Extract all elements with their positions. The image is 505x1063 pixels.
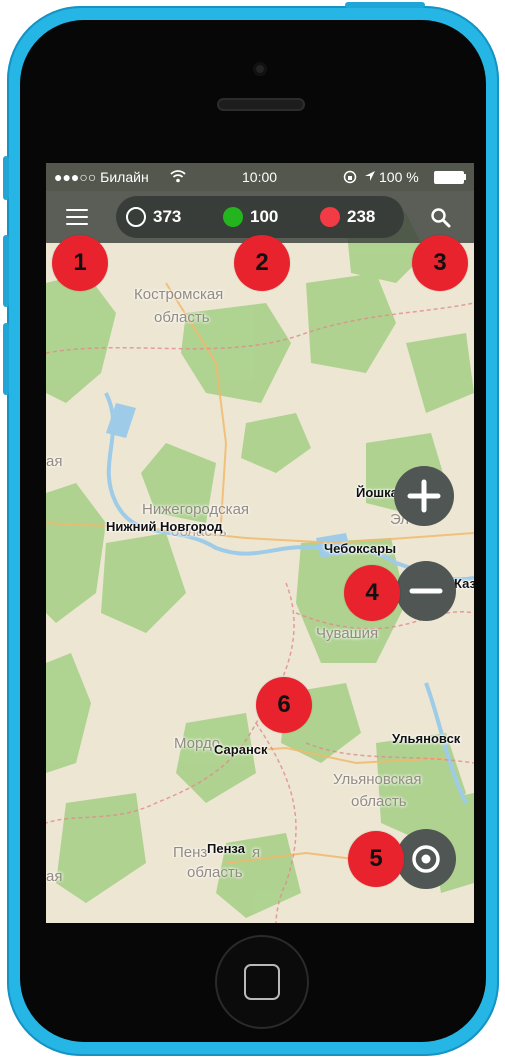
map-label-ulyanovsk-region: Ульяновская: [333, 771, 422, 788]
map-label-ulyanovsk[interactable]: Ульяновск: [392, 731, 460, 746]
map-label-saransk[interactable]: Саранск: [214, 742, 268, 757]
phone-side-button: [3, 323, 9, 395]
menu-button[interactable]: [66, 209, 88, 225]
map-label-penza-region: Пенз: [173, 844, 208, 861]
map-label-penza-region: я: [252, 844, 261, 861]
phone-side-button: [3, 235, 9, 307]
map-label-nizhny-region: Нижегородская: [142, 501, 250, 518]
annotation-marker-3: 3: [412, 235, 468, 291]
map-label-penza-region: область: [187, 864, 243, 881]
annotation-marker-1: 1: [52, 235, 108, 291]
battery-percentage: 100 %: [379, 169, 419, 185]
green-dot-icon: [223, 207, 243, 227]
map-label-chuvashia: Чувашия: [316, 625, 379, 642]
zoom-out-button[interactable]: [396, 561, 456, 621]
map-label-edge: ая: [46, 453, 63, 470]
hamburger-icon: [66, 209, 88, 211]
phone-top-button: [345, 2, 425, 8]
map-label-kostroma-region: Костромская: [134, 286, 224, 303]
annotation-marker-6: 6: [256, 677, 312, 733]
annotation-marker-5: 5: [348, 831, 404, 887]
map-label-kostroma-region: область: [154, 309, 210, 326]
battery-icon: [434, 171, 464, 184]
rotation-lock-icon: [343, 170, 357, 184]
wifi-icon: [170, 170, 186, 183]
map-label-penza[interactable]: Пенза: [207, 841, 245, 856]
counter-total-value: 373: [153, 207, 182, 226]
hamburger-icon: [66, 216, 88, 218]
status-bar: ●●●○○ Билайн 10:00 100 %: [46, 163, 474, 191]
zoom-in-button[interactable]: [394, 466, 454, 526]
map-label-cheboksary[interactable]: Чебоксары: [324, 541, 396, 556]
phone-side-button: [3, 156, 9, 200]
earpiece-speaker: [217, 98, 305, 111]
locate-me-button[interactable]: [396, 829, 456, 889]
target-icon: [412, 845, 440, 873]
phone-screen: Костромская область Нижегородская област…: [46, 163, 474, 923]
hamburger-icon: [66, 223, 88, 225]
home-button-icon: [244, 964, 280, 1000]
counter-red-value: 238: [347, 207, 376, 226]
carrier-label: ●●●○○ Билайн: [54, 169, 149, 185]
annotation-marker-2: 2: [234, 235, 290, 291]
front-camera: [253, 62, 267, 76]
map-label-ulyanovsk-region: область: [351, 793, 407, 810]
search-icon[interactable]: [430, 207, 452, 229]
battery-tip: [464, 174, 466, 180]
map-label-nizhny-novgorod[interactable]: Нижний Новгород: [106, 519, 223, 534]
map-label-edge: ая: [46, 868, 63, 885]
annotation-marker-4: 4: [344, 565, 400, 621]
location-arrow-icon: [365, 171, 375, 181]
clock: 10:00: [242, 169, 278, 185]
plus-icon: [407, 479, 441, 513]
outline-circle-icon: [126, 207, 146, 227]
counter-green-value: 100: [250, 207, 279, 226]
home-button[interactable]: [217, 937, 307, 1027]
red-dot-icon: [320, 207, 340, 227]
map-label-kazan[interactable]: Каз: [454, 576, 474, 591]
counters-panel[interactable]: 373 100 238: [116, 196, 404, 238]
minus-icon: [409, 588, 443, 594]
